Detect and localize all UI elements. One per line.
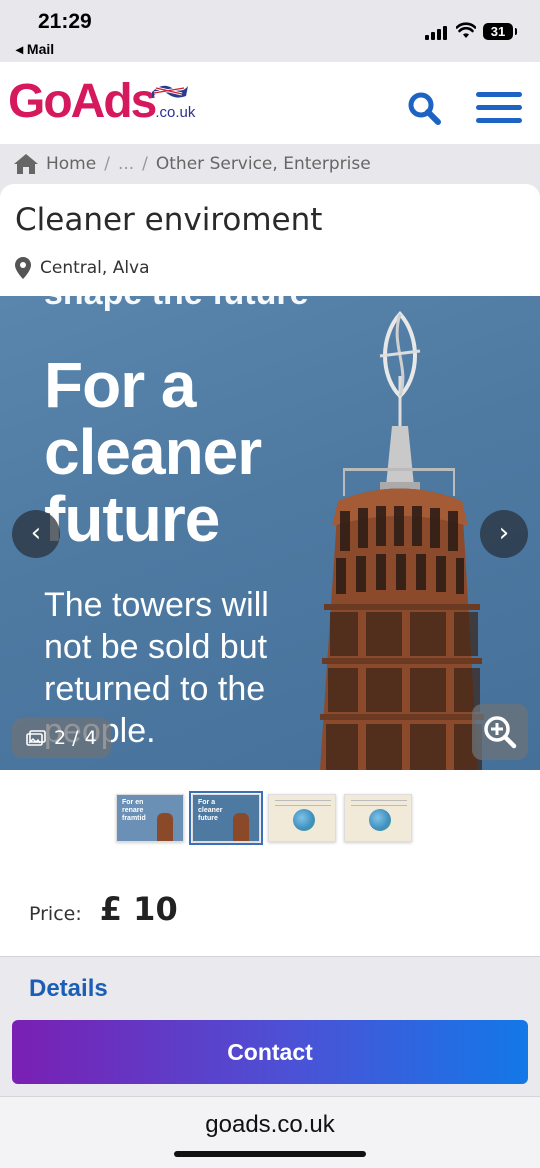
thumbnail-strip: For en renare framtid For a cleaner futu… — [116, 791, 412, 845]
breadcrumb-home[interactable]: Home — [46, 154, 96, 174]
map-pin-icon — [15, 257, 31, 279]
chevron-left-icon[interactable]: ‹ — [12, 510, 60, 558]
thumbnail-3[interactable] — [268, 794, 336, 842]
url-text[interactable]: goads.co.uk — [0, 1111, 540, 1139]
details-section: Details Contact — [0, 956, 540, 1096]
browser-address-bar[interactable]: goads.co.uk — [0, 1096, 540, 1168]
logo-domain-suffix: .co.uk — [155, 104, 196, 121]
site-header: GoAds.co.uk — [0, 62, 540, 144]
thumbnail-text-lines — [275, 800, 331, 806]
zoom-in-icon[interactable] — [472, 704, 528, 760]
image-counter-text: 2 / 4 — [54, 727, 97, 749]
search-icon[interactable] — [406, 90, 442, 126]
logo-text: GoAds — [8, 75, 157, 128]
breadcrumb: Home / ... / Other Service, Enterprise — [0, 144, 540, 184]
breadcrumb-ellipsis[interactable]: ... — [118, 154, 134, 174]
hamburger-menu-icon[interactable] — [476, 90, 522, 126]
back-to-mail-link[interactable]: ◂ Mail — [16, 41, 54, 58]
price-row: Price: £ 10 — [29, 890, 178, 928]
slide-headline: For a cleaner future — [44, 349, 262, 555]
union-flag-icon — [152, 85, 188, 98]
slide-top-text: shape the future — [44, 296, 308, 313]
listing-title: Cleaner enviroment — [15, 202, 323, 238]
battery-icon: 31 — [483, 23, 517, 40]
home-indicator[interactable] — [174, 1151, 366, 1157]
breadcrumb-current[interactable]: Other Service, Enterprise — [156, 154, 371, 174]
image-counter: 2 / 4 — [12, 718, 111, 758]
thumbnail-2[interactable]: For a cleaner future — [189, 791, 263, 845]
listing-card: Cleaner enviroment Central, Alva shape t… — [0, 184, 540, 956]
price-value: £ 10 — [99, 890, 178, 928]
wifi-icon — [456, 22, 476, 38]
breadcrumb-separator: / — [142, 154, 148, 174]
thumbnail-4[interactable] — [344, 794, 412, 842]
images-icon — [26, 730, 46, 746]
contact-button[interactable]: Contact — [12, 1020, 528, 1084]
thumbnail-caption: For a cleaner future — [198, 799, 223, 822]
location-text: Central, Alva — [40, 258, 150, 278]
clock: 21:29 — [38, 10, 92, 33]
price-label: Price: — [29, 903, 82, 925]
status-bar: 21:29 ◂ Mail 31 — [0, 0, 540, 62]
thumbnail-text-lines — [351, 800, 407, 806]
listing-location: Central, Alva — [14, 256, 150, 280]
details-tab[interactable]: Details — [29, 975, 108, 1003]
thumbnail-tower — [233, 813, 249, 841]
home-icon[interactable] — [12, 152, 40, 176]
cellular-signal-icon — [425, 26, 449, 40]
breadcrumb-separator: / — [104, 154, 110, 174]
image-gallery[interactable]: shape the future For a cleaner future Th… — [0, 296, 540, 770]
thumbnail-tower — [157, 813, 173, 841]
thumbnail-caption: For en renare framtid — [122, 799, 146, 822]
chevron-right-icon[interactable]: › — [480, 510, 528, 558]
thumbnail-globe — [369, 809, 391, 831]
thumbnail-globe — [293, 809, 315, 831]
thumbnail-1[interactable]: For en renare framtid — [116, 794, 184, 842]
